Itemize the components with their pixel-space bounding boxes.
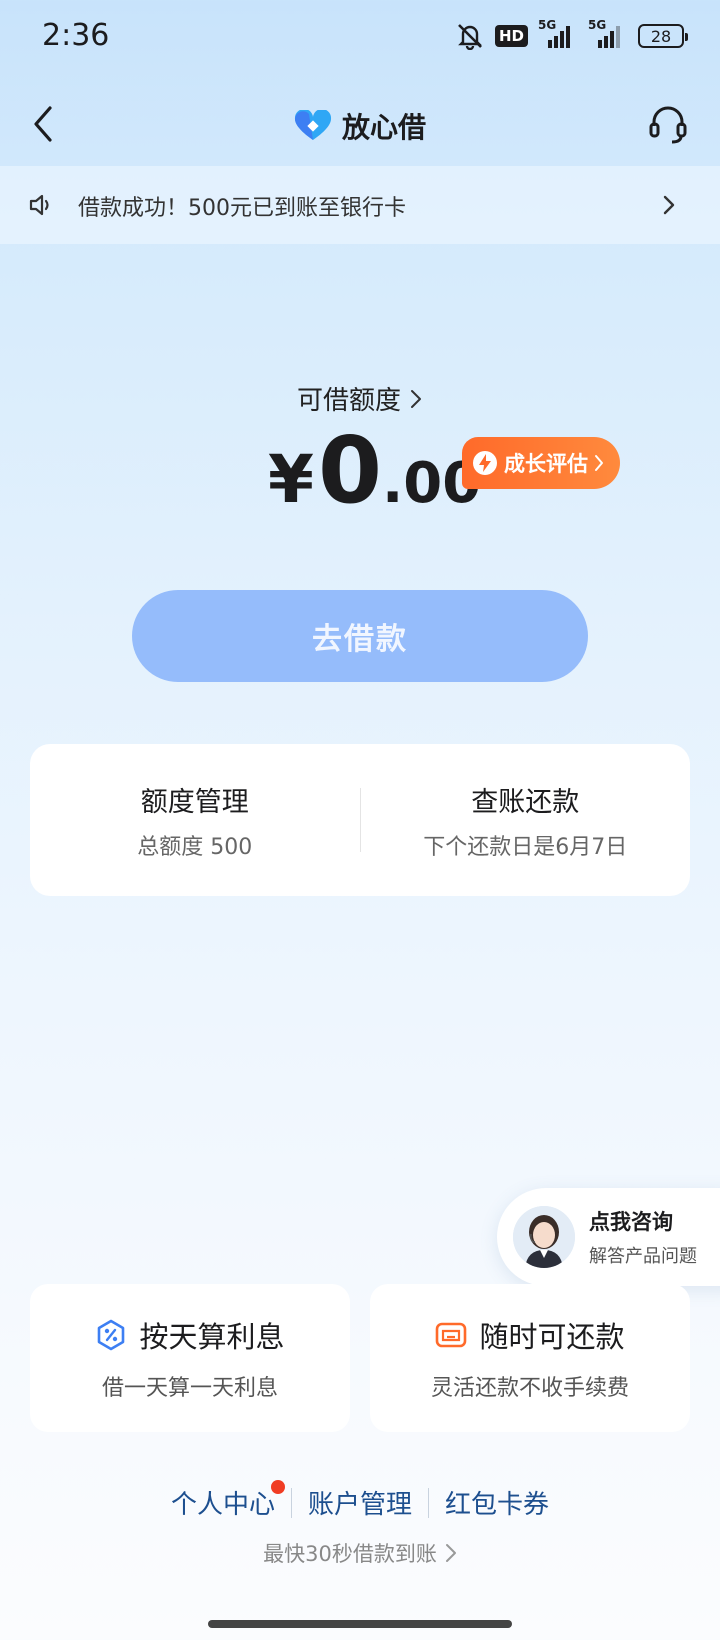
footer-note[interactable]: 最快30秒借款到账 [0, 1538, 720, 1568]
feature-card-daily-interest: 按天算利息 借一天算一天利息 [30, 1284, 350, 1432]
headset-icon [649, 106, 687, 144]
footer-link-personal-center[interactable]: 个人中心 [155, 1480, 291, 1521]
credit-management-title: 额度管理 [140, 786, 249, 818]
credit-amount: ¥ 0 .00 [268, 417, 481, 524]
footer-links: 个人中心 账户管理 红包卡券 [0, 1480, 720, 1521]
borrow-button-label: 去借款 [312, 622, 408, 657]
consult-title: 点我咨询 [589, 1210, 673, 1234]
feature-title: 随时可还款 [479, 1320, 625, 1354]
borrow-button[interactable]: 去借款 [132, 590, 588, 682]
consult-subtitle: 解答产品问题 [589, 1246, 697, 1267]
feature-card-anytime-repay: 随时可还款 灵活还款不收手续费 [370, 1284, 690, 1432]
account-summary-card: 额度管理 总额度 500 查账还款 下个还款日是6月7日 [30, 744, 690, 896]
notice-text: 借款成功！500元已到账至银行卡 [78, 196, 406, 221]
brand: 放心借 [294, 106, 426, 146]
signal-icon: 5G [538, 18, 578, 48]
currency-symbol: ¥ [268, 441, 314, 518]
chevron-right-icon [663, 195, 675, 215]
feature-subtitle: 灵活还款不收手续费 [430, 1376, 629, 1401]
feature-title: 按天算利息 [139, 1320, 285, 1354]
credit-management[interactable]: 额度管理 总额度 500 [30, 744, 360, 896]
hd-badge: HD [494, 25, 528, 47]
notification-dot [270, 1480, 285, 1494]
mute-bell-icon [458, 24, 482, 50]
growth-label: 成长评估 [504, 452, 588, 476]
status-icons: HD 5G 5G 28 [455, 18, 688, 50]
status-bar: 2:36 HD 5G 5G 28 [0, 0, 720, 80]
available-credit-link[interactable]: 可借额度 [0, 380, 720, 417]
signal-icon-2: 5G [588, 18, 628, 48]
bill-repayment[interactable]: 查账还款 下个还款日是6月7日 [361, 744, 691, 896]
chevron-left-icon [34, 106, 52, 142]
agent-avatar [513, 1206, 575, 1268]
footer-note-text: 最快30秒借款到账 [263, 1542, 437, 1566]
total-credit: 总额度 500 [137, 834, 253, 860]
chevron-right-icon [445, 1544, 456, 1562]
notice-bar[interactable]: 借款成功！500元已到账至银行卡 [0, 166, 720, 244]
lightning-icon [473, 451, 497, 475]
back-button[interactable] [24, 102, 68, 146]
percent-icon [98, 1319, 125, 1351]
credit-label: 可借额度 [296, 386, 401, 416]
battery-icon: 28 [638, 24, 688, 48]
customer-service-button[interactable] [646, 102, 690, 146]
consult-button[interactable]: 点我咨询 解答产品问题 [497, 1188, 720, 1286]
bill-repayment-title: 查账还款 [471, 786, 580, 818]
home-indicator[interactable] [208, 1620, 512, 1628]
consult-text: 点我咨询 解答产品问题 [589, 1206, 697, 1268]
amount-integer: 0 [317, 417, 382, 524]
page-title: 放心借 [341, 111, 427, 144]
footer-link-account-management[interactable]: 账户管理 [292, 1484, 428, 1521]
app-header: 放心借 [0, 88, 720, 164]
chevron-right-icon [595, 455, 603, 471]
footer-link-label: 个人中心 [170, 1490, 275, 1520]
chevron-right-icon [411, 389, 421, 408]
footer-link-coupons[interactable]: 红包卡券 [429, 1484, 565, 1521]
next-repayment-date: 下个还款日是6月7日 [423, 834, 628, 860]
speaker-icon [29, 194, 49, 216]
feature-head: 按天算利息 [95, 1314, 285, 1356]
heart-logo-icon [294, 110, 331, 140]
growth-assessment-button[interactable]: 成长评估 [462, 437, 620, 489]
wallet-icon [436, 1322, 467, 1348]
feature-head: 随时可还款 [435, 1314, 625, 1356]
feature-subtitle: 借一天算一天利息 [101, 1376, 278, 1401]
status-time: 2:36 [42, 18, 110, 53]
